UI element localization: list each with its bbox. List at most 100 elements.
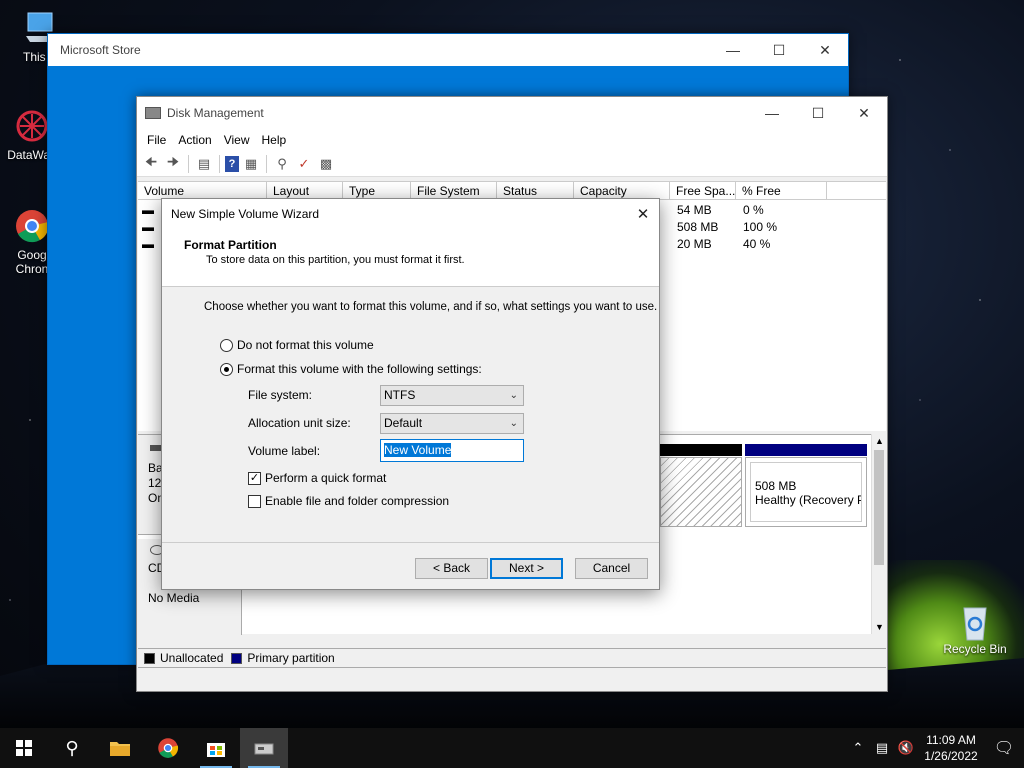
settings-icon[interactable]: ▩ (316, 154, 336, 174)
back-arrow-icon[interactable]: 🠈 (141, 154, 161, 174)
toolbar-separator (219, 154, 220, 173)
file-system-value: NTFS (384, 388, 416, 402)
window-title: Microsoft Store (60, 43, 141, 57)
radio-no-format[interactable]: Do not format this volume (220, 338, 374, 352)
quick-format-checkbox[interactable]: ✓ Perform a quick format (248, 471, 386, 485)
radio-button-selected[interactable] (220, 362, 233, 376)
volume-muted-icon[interactable]: 🔇 (894, 728, 918, 768)
next-button[interactable]: Next > (490, 558, 563, 579)
recycle-bin-icon (957, 602, 993, 641)
volume-row-icon: ▬ (142, 237, 154, 251)
radio-button[interactable] (220, 338, 233, 352)
search-button[interactable]: ⚲ (48, 728, 96, 768)
maximize-button[interactable]: ☐ (756, 34, 802, 66)
compression-label: Enable file and folder compression (265, 494, 450, 508)
toolbar-separator (266, 154, 267, 173)
wizard-title: New Simple Volume Wizard (171, 207, 320, 221)
wizard-subheading: To store data on this partition, you mus… (206, 254, 465, 266)
new-simple-volume-wizard[interactable]: New Simple Volume Wizard ✕ Format Partit… (161, 198, 660, 590)
file-system-select[interactable]: NTFS ⌄ (380, 385, 524, 406)
quick-format-label: Perform a quick format (265, 471, 387, 485)
clock-time: 11:09 AM (926, 733, 976, 747)
datawag-icon (14, 108, 50, 144)
legend-primary: Primary partition (247, 651, 335, 665)
search-icon: ⚲ (65, 737, 79, 758)
allocation-size-select[interactable]: Default ⌄ (380, 413, 524, 434)
column-free-space[interactable]: Free Spa... (670, 182, 736, 199)
column-percent-free[interactable]: % Free (736, 182, 827, 199)
console-tree-icon[interactable]: ▤ (194, 154, 214, 174)
checkbox-checked[interactable]: ✓ (248, 471, 261, 485)
desktop-icon-label: Recycle Bin (943, 642, 1007, 656)
clock-date: 1/26/2022 (924, 749, 978, 763)
column-type[interactable]: Type (343, 182, 411, 199)
cdrom-media: No Media (148, 591, 200, 605)
disk-management-icon (254, 743, 274, 755)
partition-hatched[interactable] (660, 457, 742, 527)
window-title: Disk Management (167, 106, 264, 120)
chrome-icon (158, 738, 179, 758)
menu-help[interactable]: Help (256, 133, 293, 147)
column-status[interactable]: Status (497, 182, 574, 199)
store-titlebar[interactable]: Microsoft Store — ☐ ✕ (48, 34, 848, 66)
volume-label-input[interactable]: New Volume (380, 439, 524, 462)
rescan-disks-icon[interactable]: ⚲ (272, 154, 292, 174)
file-system-label: File system: (248, 388, 313, 402)
maximize-button[interactable]: ☐ (795, 97, 841, 129)
scroll-down-icon[interactable]: ▼ (875, 622, 884, 632)
properties-icon[interactable]: ▦ (241, 154, 261, 174)
scroll-up-icon[interactable]: ▲ (875, 436, 884, 446)
forward-arrow-icon[interactable]: 🠊 (163, 154, 183, 174)
disk-management-taskbar-button[interactable] (240, 728, 288, 768)
toolbar: 🠈 🠊 ▤ ? ▦ ⚲ ✓ ▩ (137, 151, 887, 177)
menu-action[interactable]: Action (172, 133, 217, 147)
column-file-system[interactable]: File System (411, 182, 497, 199)
chevron-up-icon: ⌃ (852, 740, 864, 755)
wizard-titlebar[interactable]: New Simple Volume Wizard (162, 199, 659, 229)
store-taskbar-button[interactable] (192, 728, 240, 768)
help-icon[interactable]: ? (225, 155, 239, 172)
system-tray: ⌃ ▤ 🔇 11:09 AM 1/26/2022 🗨 (846, 728, 1024, 768)
cancel-button[interactable]: Cancel (575, 558, 648, 579)
folder-icon (110, 742, 130, 756)
check-icon[interactable]: ✓ (294, 154, 314, 174)
file-explorer-button[interactable] (96, 728, 144, 768)
compression-checkbox[interactable]: Enable file and folder compression (248, 494, 449, 508)
windows-logo-icon (16, 740, 32, 756)
menu-view[interactable]: View (218, 133, 256, 147)
clock[interactable]: 11:09 AM 1/26/2022 (918, 732, 984, 764)
desktop-icon-recycle-bin[interactable]: Recycle Bin (942, 602, 1008, 656)
wizard-divider (162, 542, 659, 543)
row-percent-free: 0 % (743, 203, 764, 217)
scrollbar-thumb[interactable] (874, 450, 884, 565)
vertical-scrollbar[interactable]: ▲ ▼ (871, 434, 886, 634)
start-button[interactable] (0, 728, 48, 768)
disk-management-icon (145, 107, 161, 119)
column-capacity[interactable]: Capacity (574, 182, 670, 199)
show-hidden-icons-button[interactable]: ⌃ (846, 728, 870, 768)
menu-file[interactable]: File (141, 133, 172, 147)
volume-row-icon: ▬ (142, 220, 154, 234)
column-volume[interactable]: Volume (138, 182, 267, 199)
close-button[interactable]: ✕ (841, 97, 887, 129)
store-icon (207, 743, 225, 757)
legend-bar: Unallocated Primary partition (138, 648, 886, 668)
minimize-button[interactable]: — (710, 34, 756, 66)
disk-management-titlebar[interactable]: Disk Management — ☐ ✕ (137, 97, 887, 129)
menu-bar: File Action View Help (137, 129, 887, 151)
close-button[interactable]: ✕ (802, 34, 848, 66)
notifications-button[interactable]: 🗨 (984, 728, 1024, 768)
network-icon[interactable]: ▤ (870, 728, 894, 768)
chrome-icon (14, 208, 50, 244)
radio-format[interactable]: Format this volume with the following se… (220, 362, 482, 376)
row-percent-free: 100 % (743, 220, 778, 234)
wizard-close-button[interactable]: ✕ (627, 199, 659, 229)
column-layout[interactable]: Layout (267, 182, 343, 199)
volume-label-label: Volume label: (248, 444, 321, 458)
partition-recovery[interactable]: 508 MB Healthy (Recovery Pa (745, 457, 867, 527)
minimize-button[interactable]: — (749, 97, 795, 129)
checkbox-unchecked[interactable] (248, 494, 261, 508)
chrome-taskbar-button[interactable] (144, 728, 192, 768)
partition-header-unallocated (660, 444, 742, 456)
back-button[interactable]: < Back (415, 558, 488, 579)
